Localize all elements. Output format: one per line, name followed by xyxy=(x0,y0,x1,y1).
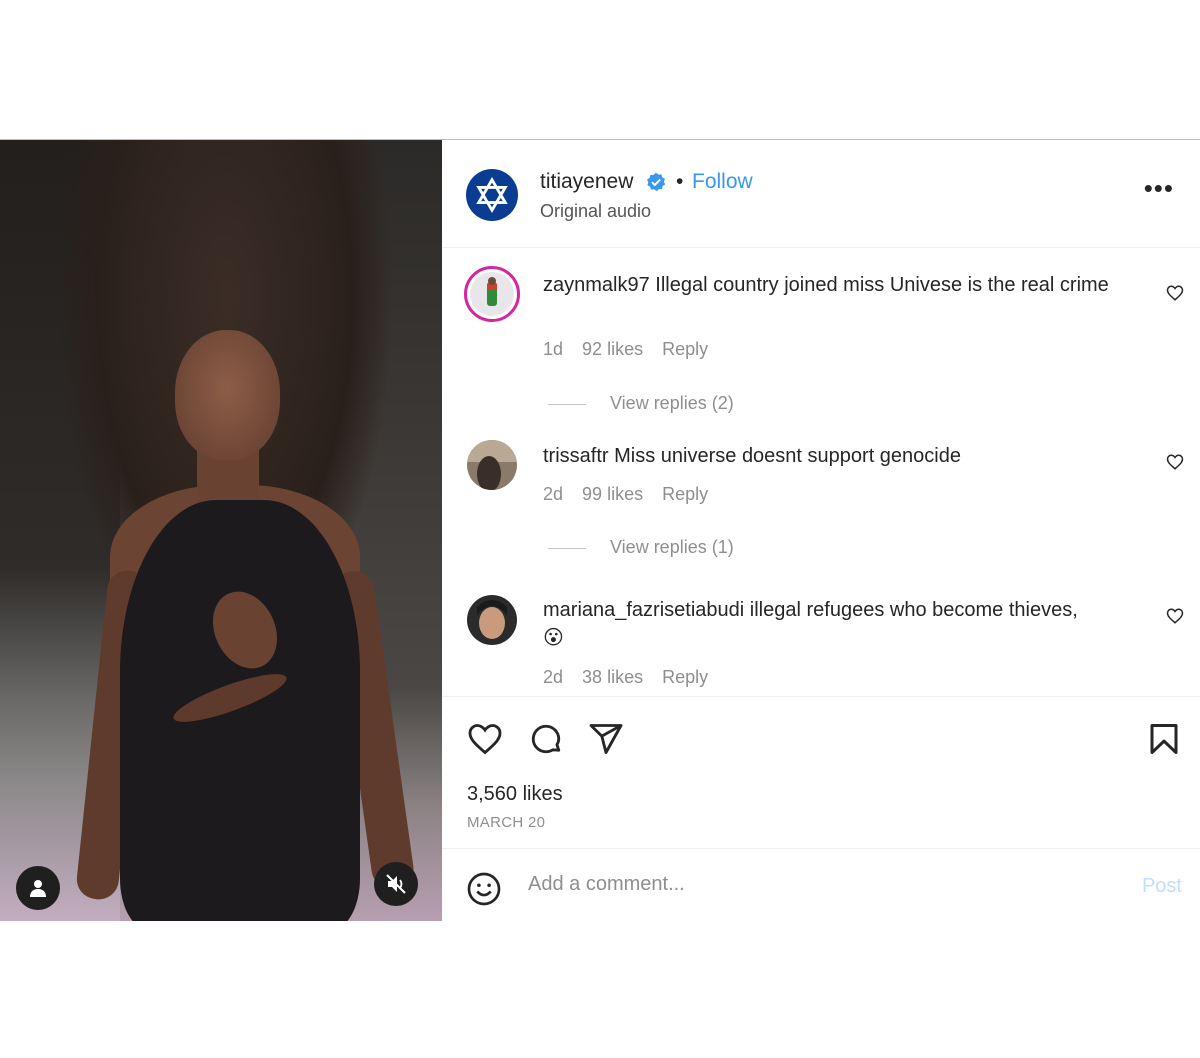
comment-likes[interactable]: 99 likes xyxy=(582,484,643,504)
more-options-button[interactable]: ••• xyxy=(1144,175,1174,201)
heart-icon[interactable] xyxy=(1166,284,1184,302)
speaker-muted-icon xyxy=(386,874,406,894)
bookmark-icon[interactable] xyxy=(1146,721,1182,757)
comment-age: 2d xyxy=(543,667,564,687)
verified-badge-icon xyxy=(647,172,666,191)
separator-dot: • xyxy=(676,170,684,193)
post-actions: 3,560 likes MARCH 20 xyxy=(442,696,1200,848)
comment-text: illegal refugees who become thieves, xyxy=(749,599,1078,621)
post-video[interactable] xyxy=(0,140,442,921)
reply-button[interactable]: Reply xyxy=(662,667,708,687)
post-sidebar: titiayenew • Follow Original audio ••• z… xyxy=(442,140,1200,921)
post-comment-button[interactable]: Post xyxy=(1142,875,1182,898)
post-header: titiayenew • Follow Original audio ••• xyxy=(442,140,1200,248)
author-avatar[interactable] xyxy=(466,169,518,221)
heart-icon[interactable] xyxy=(1166,453,1184,471)
tagged-users-button[interactable] xyxy=(16,866,60,910)
commenter-avatar[interactable] xyxy=(464,266,520,322)
commenter-username[interactable]: zaynmalk97 xyxy=(543,274,650,296)
comment-input[interactable] xyxy=(528,873,1088,896)
heart-icon[interactable] xyxy=(1166,607,1184,625)
commenter-username[interactable]: mariana_fazrisetiabudi xyxy=(543,599,744,621)
comment-age: 1d xyxy=(543,339,564,359)
paper-plane-icon[interactable] xyxy=(588,721,624,757)
reply-button[interactable]: Reply xyxy=(662,484,708,504)
follow-button[interactable]: Follow xyxy=(692,170,753,194)
view-replies-button[interactable]: View replies (1) xyxy=(548,537,734,558)
post-date: MARCH 20 xyxy=(467,814,546,831)
view-replies-button[interactable]: View replies (2) xyxy=(548,393,734,414)
post-modal: titiayenew • Follow Original audio ••• z… xyxy=(0,139,1200,921)
comment-likes[interactable]: 92 likes xyxy=(582,339,643,359)
commenter-username[interactable]: trissaftr xyxy=(543,445,609,467)
comment-likes[interactable]: 38 likes xyxy=(582,667,643,687)
comment-composer: Post xyxy=(442,848,1200,921)
likes-count[interactable]: 3,560 likes xyxy=(467,783,563,806)
comment-bubble-icon[interactable] xyxy=(528,721,564,757)
star-of-david-icon xyxy=(476,176,508,214)
smiley-icon[interactable] xyxy=(466,871,502,907)
commenter-avatar[interactable] xyxy=(467,595,517,645)
comment-text: Miss universe doesnt support genocide xyxy=(614,445,961,467)
shocked-emoji: 😮 xyxy=(543,627,564,649)
author-username[interactable]: titiayenew xyxy=(540,170,633,194)
comment-text: Illegal country joined miss Univese is t… xyxy=(655,274,1109,296)
mute-toggle-button[interactable] xyxy=(374,862,418,906)
original-audio-link[interactable]: Original audio xyxy=(540,201,651,222)
heart-icon[interactable] xyxy=(466,721,504,757)
commenter-avatar[interactable] xyxy=(467,440,517,490)
comment-age: 2d xyxy=(543,484,564,504)
comments-list[interactable]: zaynmalk97 Illegal country joined miss U… xyxy=(442,249,1200,695)
reply-button[interactable]: Reply xyxy=(662,339,708,359)
person-icon xyxy=(30,880,46,897)
